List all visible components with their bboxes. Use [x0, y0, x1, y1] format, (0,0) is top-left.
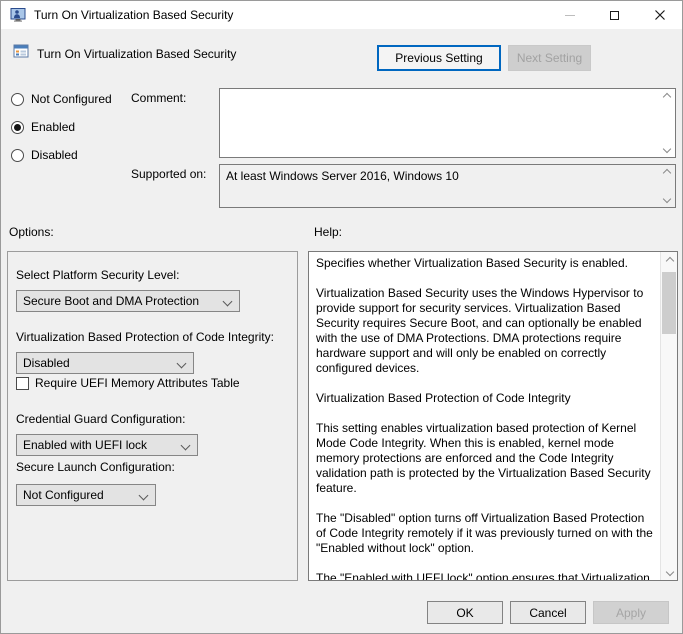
radio-label: Not Configured — [31, 92, 112, 106]
close-button[interactable] — [637, 1, 682, 29]
comment-textarea[interactable] — [219, 88, 676, 158]
options-label: Options: — [9, 225, 54, 239]
supported-on-box: At least Windows Server 2016, Windows 10 — [219, 164, 676, 208]
help-scrollbar[interactable] — [660, 252, 677, 580]
window-title: Turn On Virtualization Based Security — [34, 1, 233, 29]
apply-button[interactable]: Apply — [593, 601, 669, 624]
supported-on-label: Supported on: — [131, 167, 206, 181]
radio-circle[interactable] — [11, 149, 24, 162]
checkbox[interactable] — [16, 377, 29, 390]
maximize-icon — [610, 11, 619, 20]
help-box: Specifies whether Virtualization Based S… — [308, 251, 678, 581]
minimize-icon — [565, 15, 575, 16]
supported-on-value: At least Windows Server 2016, Windows 10 — [220, 165, 675, 184]
next-setting-button[interactable]: Next Setting — [508, 45, 591, 71]
scroll-up-button[interactable] — [661, 252, 678, 269]
help-label: Help: — [314, 225, 342, 239]
chevron-down-icon — [223, 297, 233, 307]
comment-label: Comment: — [131, 91, 186, 105]
radio-enabled[interactable]: Enabled — [11, 119, 75, 135]
platform-security-level-dropdown[interactable]: Secure Boot and DMA Protection — [16, 290, 240, 312]
policy-setting-icon — [13, 43, 29, 59]
uefi-memory-attributes-checkbox-row[interactable]: Require UEFI Memory Attributes Table — [16, 376, 240, 390]
scroll-up-icon — [665, 256, 673, 264]
checkbox-label: Require UEFI Memory Attributes Table — [35, 376, 240, 390]
dropdown-value: Secure Boot and DMA Protection — [23, 294, 199, 308]
radio-not-configured[interactable]: Not Configured — [11, 91, 112, 107]
minimize-button[interactable] — [547, 1, 592, 29]
radio-label: Disabled — [31, 148, 78, 162]
code-integrity-protection-label: Virtualization Based Protection of Code … — [16, 330, 274, 344]
scroll-down-icon — [665, 567, 673, 575]
scroll-down-icon[interactable] — [663, 195, 671, 203]
radio-circle[interactable] — [11, 93, 24, 106]
code-integrity-protection-dropdown[interactable]: Disabled — [16, 352, 194, 374]
credential-guard-dropdown[interactable]: Enabled with UEFI lock — [16, 434, 198, 456]
scroll-down-icon[interactable] — [663, 145, 671, 153]
radio-circle-selected[interactable] — [11, 121, 24, 134]
previous-setting-button[interactable]: Previous Setting — [377, 45, 501, 71]
dropdown-value: Enabled with UEFI lock — [23, 438, 147, 452]
scroll-up-icon[interactable] — [663, 93, 671, 101]
radio-disabled[interactable]: Disabled — [11, 147, 78, 163]
scroll-down-button[interactable] — [661, 563, 678, 580]
credential-guard-label: Credential Guard Configuration: — [16, 412, 185, 426]
help-text: Specifies whether Virtualization Based S… — [309, 252, 660, 580]
dropdown-value: Disabled — [23, 356, 70, 370]
radio-label: Enabled — [31, 120, 75, 134]
app-icon — [10, 7, 26, 23]
maximize-button[interactable] — [592, 1, 637, 29]
chevron-down-icon — [181, 441, 191, 451]
group-policy-setting-dialog: Turn On Virtualization Based Security Tu… — [0, 0, 683, 634]
secure-launch-label: Secure Launch Configuration: — [16, 460, 175, 474]
options-group-box: Select Platform Security Level: Secure B… — [7, 251, 298, 581]
close-icon — [655, 10, 665, 20]
ok-button[interactable]: OK — [427, 601, 503, 624]
titlebar: Turn On Virtualization Based Security — [1, 1, 682, 29]
chevron-down-icon — [177, 359, 187, 369]
platform-security-level-label: Select Platform Security Level: — [16, 268, 179, 282]
setting-title: Turn On Virtualization Based Security — [37, 47, 236, 61]
cancel-button[interactable]: Cancel — [510, 601, 586, 624]
scrollbar-thumb[interactable] — [662, 272, 676, 334]
chevron-down-icon — [139, 491, 149, 501]
dropdown-value: Not Configured — [23, 488, 104, 502]
secure-launch-dropdown[interactable]: Not Configured — [16, 484, 156, 506]
